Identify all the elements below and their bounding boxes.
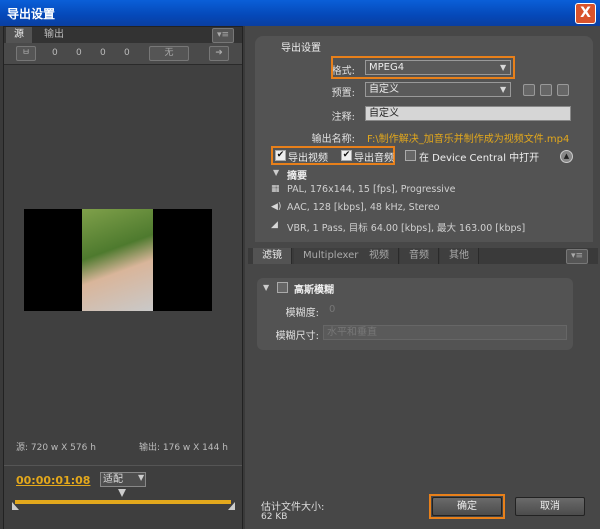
device-central-checkbox[interactable] <box>405 150 416 161</box>
tabs-menu-icon[interactable]: ▾≡ <box>566 249 588 264</box>
bitrate-summary-icon: ◢ <box>271 220 278 230</box>
timecode[interactable]: 00:00:01:08 <box>16 474 90 487</box>
section-title: 导出设置 <box>281 43 321 54</box>
tab-multiplexer[interactable]: Multiplexer <box>294 248 369 264</box>
save-preset-icon[interactable] <box>523 84 535 96</box>
gaussian-blur-section: ▼ 高斯模糊 模糊度: 0 模糊尺寸: 水平和垂直 <box>257 278 573 350</box>
ok-button[interactable]: 确定 <box>432 497 502 516</box>
preset-select[interactable]: 自定义 <box>365 82 511 97</box>
export-audio-label: 导出音频 <box>354 153 394 164</box>
blur-title: 高斯模糊 <box>294 285 334 296</box>
crop-ratio-select[interactable]: 无 <box>149 46 189 61</box>
crop-top[interactable]: 0 <box>76 48 82 58</box>
tab-audio[interactable]: 音频 <box>400 248 439 264</box>
chevron-down-icon: ▼ <box>500 63 507 72</box>
crop-left[interactable]: 0 <box>52 48 58 58</box>
export-video-label: 导出视频 <box>288 153 328 164</box>
blur-amount-label: 模糊度: <box>285 308 319 319</box>
panel-menu-icon[interactable]: ▾≡ <box>212 28 234 43</box>
tab-video[interactable]: 视频 <box>360 248 399 264</box>
estimated-size-value: 62 KB <box>261 512 288 522</box>
playhead-icon[interactable] <box>118 489 126 497</box>
source-size: 源: 720 w X 576 h <box>16 443 96 453</box>
video-preview <box>24 209 212 311</box>
collapse-triangle-icon[interactable]: ▼ <box>273 168 279 177</box>
blur-enable-checkbox[interactable] <box>277 282 288 293</box>
delete-preset-icon[interactable] <box>557 84 569 96</box>
estimated-size-label: 估计文件大小: <box>261 502 325 513</box>
summary-audio: AAC, 128 [kbps], 48 kHz, Stereo <box>287 202 440 213</box>
chevron-down-icon: ▼ <box>138 473 145 482</box>
device-central-label: 在 Device Central 中打开 <box>419 153 540 164</box>
tab-output[interactable]: 输出 <box>36 27 72 43</box>
export-settings-section: 导出设置 格式: MPEG4 ▼ 预置: 自定义 ▼ 注释: 自定义 输出名称:… <box>255 36 593 242</box>
settings-panel: 导出设置 格式: MPEG4 ▼ 预置: 自定义 ▼ 注释: 自定义 输出名称:… <box>245 26 600 529</box>
collapse-triangle-icon[interactable]: ▼ <box>263 283 269 292</box>
output-size: 输出: 176 w X 144 h <box>139 443 228 453</box>
preset-label: 预置: <box>331 88 355 99</box>
tab-other[interactable]: 其他 <box>440 248 479 264</box>
chevron-down-icon: ▼ <box>500 85 507 94</box>
forward-arrow-icon[interactable]: ➜ <box>209 46 229 61</box>
settings-tabs: 滤镜 Multiplexer 视频 音频 其他 ▾≡ <box>248 248 598 264</box>
title-bar: 导出设置 X <box>0 0 600 26</box>
crop-toolbar: ㅂ 0 0 0 0 无 ➜ <box>4 43 242 65</box>
timeline: 00:00:01:08 适配 ▼ <box>4 465 242 529</box>
summary-bitrate: VBR, 1 Pass, 目标 64.00 [kbps], 最大 163.00 … <box>287 223 526 234</box>
tab-source[interactable]: 源 <box>6 27 32 43</box>
output-name-label: 输出名称: <box>311 134 355 145</box>
close-button[interactable]: X <box>575 3 596 24</box>
format-select[interactable]: MPEG4 <box>365 60 511 75</box>
source-tabs: 源 输出 ▾≡ <box>4 27 242 43</box>
tab-filters[interactable]: 滤镜 <box>253 248 292 264</box>
work-area-bar[interactable] <box>15 500 231 504</box>
export-video-checkbox[interactable]: ✔ <box>275 150 286 161</box>
crop-bottom[interactable]: 0 <box>124 48 130 58</box>
window-title: 导出设置 <box>7 7 56 21</box>
summary-title: 摘要 <box>287 171 307 182</box>
output-name-link[interactable]: F:\制作解决_加音乐并制作成为视频文件.mp4 <box>367 130 569 145</box>
crop-right[interactable]: 0 <box>100 48 106 58</box>
video-summary-icon: ▦ <box>271 184 280 194</box>
import-preset-icon[interactable] <box>540 84 552 96</box>
comment-input[interactable]: 自定义 <box>365 106 571 121</box>
blur-dimension-label: 模糊尺寸: <box>275 331 319 342</box>
crop-icon[interactable]: ㅂ <box>16 46 36 61</box>
audio-summary-icon: ◀) <box>271 202 282 212</box>
blur-amount-value[interactable]: 0 <box>329 304 335 315</box>
preview-image <box>82 209 153 311</box>
export-audio-checkbox[interactable]: ✔ <box>341 150 352 161</box>
source-panel: 源 输出 ▾≡ ㅂ 0 0 0 0 无 ➜ 源: 720 w X 576 h 输… <box>3 26 243 529</box>
expand-toggle-icon[interactable]: ▲ <box>560 150 573 163</box>
comment-label: 注释: <box>331 112 355 123</box>
blur-dimension-select[interactable]: 水平和垂直 <box>323 325 567 340</box>
cancel-button[interactable]: 取消 <box>515 497 585 516</box>
summary-video: PAL, 176x144, 15 [fps], Progressive <box>287 184 456 195</box>
